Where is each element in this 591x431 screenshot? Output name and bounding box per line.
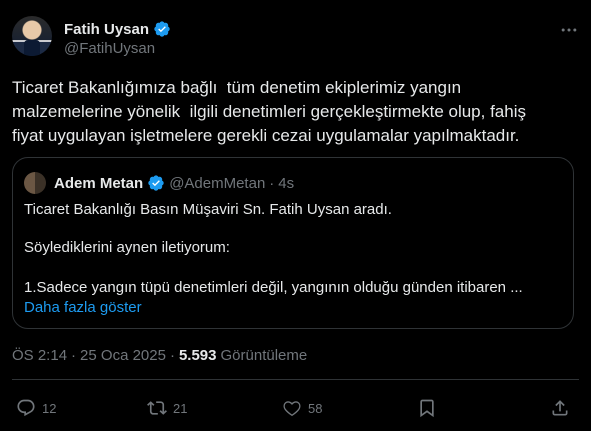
verified-badge-icon — [148, 175, 164, 191]
quoted-tweet-line: 1.Sadece yangın tüpü denetimleri değil, … — [24, 279, 523, 296]
action-bar: 12 21 58 — [12, 393, 579, 423]
author-name[interactable]: Fatih Uysan — [64, 21, 149, 38]
author-avatar[interactable] — [12, 16, 52, 56]
quoted-author-name: Adem Metan — [54, 174, 144, 192]
quoted-tweet-line: Ticaret Bakanlığı Basın Müşaviri Sn. Fat… — [24, 201, 392, 218]
quoted-tweet[interactable]: Adem Metan @AdemMetan · 4s Ticaret Bakan… — [12, 157, 574, 329]
author-handle[interactable]: @FatihUysan — [64, 40, 155, 57]
retweet-button[interactable]: 21 — [147, 393, 187, 423]
separator-dot: · — [269, 174, 275, 192]
quoted-tweet-header: Adem Metan @AdemMetan · 4s — [24, 172, 294, 194]
tweet-text-line: Ticaret Bakanlığımıza bağlı tüm denetim … — [12, 78, 462, 97]
like-count: 58 — [308, 400, 323, 416]
share-icon — [552, 400, 568, 416]
views-label: Görüntüleme — [220, 347, 308, 364]
retweet-count: 21 — [173, 400, 188, 416]
share-button[interactable] — [550, 393, 570, 423]
separator-dot: · — [169, 347, 175, 364]
show-more-link[interactable]: Daha fazla göster — [24, 299, 142, 316]
divider — [12, 379, 579, 380]
quoted-author-handle: @AdemMetan — [169, 174, 266, 192]
separator-dot: · — [71, 347, 77, 364]
bookmark-icon — [420, 399, 434, 418]
tweet-text-line: malzemelerine yönelik ilgili denetimleri… — [12, 102, 526, 121]
retweet-icon — [147, 401, 167, 415]
like-icon — [283, 401, 301, 417]
more-options-icon[interactable] — [559, 20, 579, 40]
tweet-time[interactable]: ÖS 2:14 — [12, 347, 67, 364]
quoted-tweet-time: 4s — [278, 174, 295, 192]
tweet-text: Ticaret Bakanlığımıza bağlı tüm denetim … — [12, 76, 572, 148]
tweet-text-line: fiyat uygulayan işletmelere gerekli ceza… — [12, 126, 520, 145]
views-count: 5.593 — [178, 347, 217, 364]
reply-count: 12 — [42, 400, 57, 416]
reply-icon — [17, 399, 35, 417]
tweet-meta: ÖS 2:14 · 25 Oca 2025 · 5.593 Görüntülem… — [12, 347, 307, 364]
reply-button[interactable]: 12 — [16, 393, 56, 423]
like-button[interactable]: 58 — [282, 393, 322, 423]
tweet-header: Fatih Uysan @FatihUysan — [12, 12, 579, 60]
verified-badge-icon — [154, 21, 170, 37]
author-name-row: Fatih Uysan — [64, 20, 171, 38]
tweet-date[interactable]: 25 Oca 2025 — [80, 347, 166, 364]
quoted-tweet-line: Söylediklerini aynen iletiyorum: — [24, 239, 230, 256]
quoted-author-avatar — [24, 172, 46, 194]
bookmark-button[interactable] — [417, 393, 437, 423]
